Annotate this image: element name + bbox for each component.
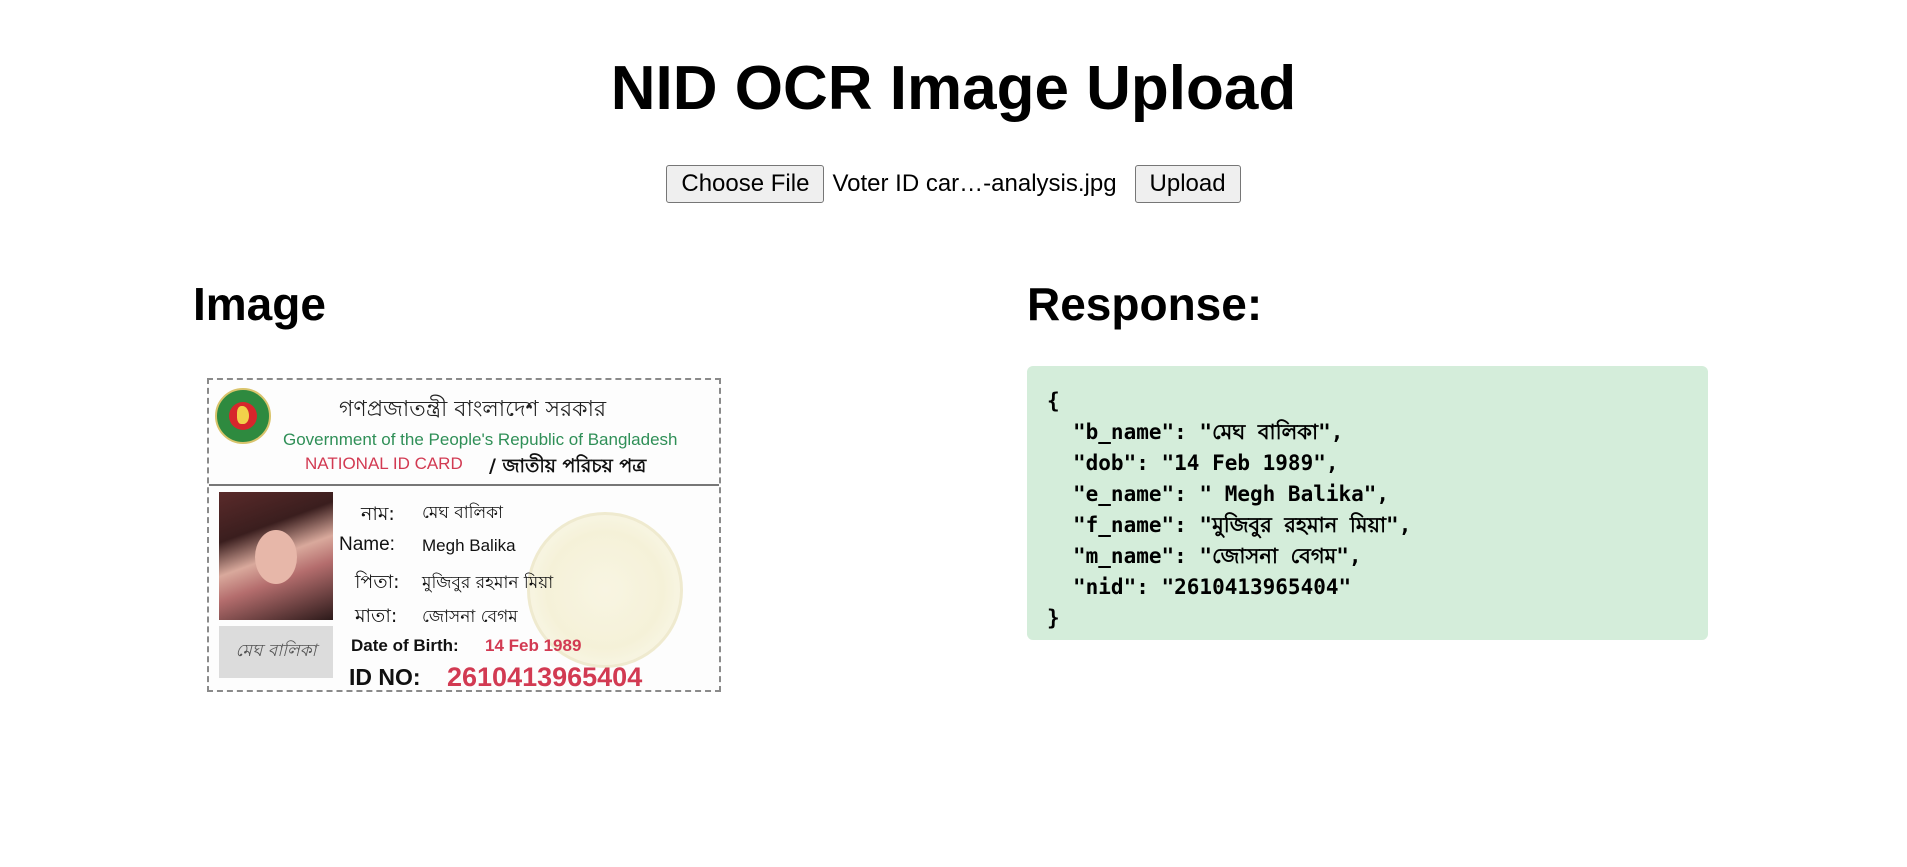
id-label: ID NO: xyxy=(349,664,421,690)
dob-label: Date of Birth: xyxy=(351,636,459,655)
father-value: মুজিবুর রহমান মিয়া xyxy=(422,573,554,593)
dob-value: 14 Feb 1989 xyxy=(485,636,582,655)
card-header-en: Government of the People's Republic of B… xyxy=(283,430,678,449)
json-line: "f_name": "মুজিবুর রহমান মিয়া", xyxy=(1073,513,1412,537)
name-en-label: Name: xyxy=(339,534,395,555)
json-line: { xyxy=(1047,389,1060,413)
father-label: পিতা: xyxy=(355,571,400,593)
card-label-bn: / জাতীয় পরিচয় পত্র xyxy=(489,455,647,477)
json-line: "e_name": " Megh Balika", xyxy=(1073,482,1390,506)
json-line: "m_name": "জোসনা বেগম", xyxy=(1073,544,1362,568)
response-json: { "b_name": "মেঘ বালিকা", "dob": "14 Feb… xyxy=(1027,366,1708,640)
id-value: 2610413965404 xyxy=(447,662,643,692)
signature-box: মেঘ বালিকা xyxy=(219,626,333,678)
response-heading: Response: xyxy=(1027,278,1263,330)
card-header-bn: গণপ্রজাতন্ত্রী বাংলাদেশ সরকার xyxy=(339,397,607,422)
card-label-en: NATIONAL ID CARD xyxy=(305,454,463,473)
selected-file-name: Voter ID car…-analysis.jpg xyxy=(832,170,1117,197)
image-heading: Image xyxy=(193,278,326,330)
uploaded-image: গণপ্রজাতন্ত্রী বাংলাদেশ সরকার Government… xyxy=(193,366,733,694)
card-divider xyxy=(209,484,719,486)
upload-button[interactable]: Upload xyxy=(1134,165,1241,203)
name-en-value: Megh Balika xyxy=(422,536,516,555)
json-line: "dob": "14 Feb 1989", xyxy=(1073,451,1339,475)
name-bn-label: নাম: xyxy=(361,503,395,525)
choose-file-button[interactable]: Choose File xyxy=(666,165,825,203)
json-line: "b_name": "মেঘ বালিকা", xyxy=(1073,420,1344,444)
mother-label: মাতা: xyxy=(355,605,398,627)
government-emblem-icon xyxy=(215,388,271,444)
json-line: } xyxy=(1047,606,1060,630)
name-bn-value: মেঘ বালিকা xyxy=(422,503,503,523)
upload-form: Choose File Voter ID car…-analysis.jpg U… xyxy=(0,164,1907,204)
json-line: "nid": "2610413965404" xyxy=(1073,575,1352,599)
mother-value: জোসনা বেগম xyxy=(422,607,518,627)
nid-card: গণপ্রজাতন্ত্রী বাংলাদেশ সরকার Government… xyxy=(207,378,721,692)
page-title: NID OCR Image Upload xyxy=(610,54,1297,123)
holder-photo xyxy=(219,492,333,620)
